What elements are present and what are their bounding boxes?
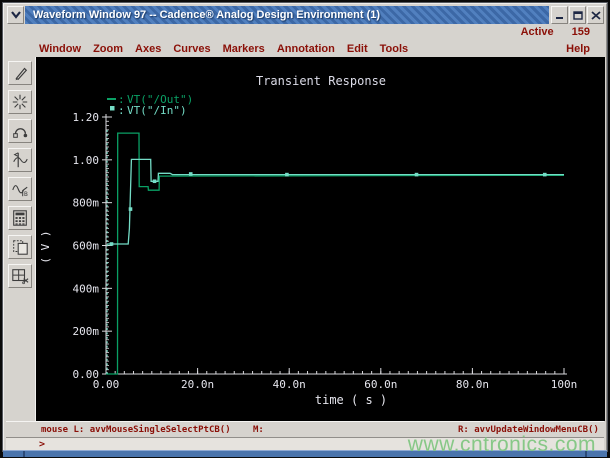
x-tick-label: 100n	[551, 378, 578, 391]
maximize-button[interactable]	[569, 6, 586, 24]
y-axis-label: ( V )	[39, 230, 52, 263]
in-curve-marker	[128, 207, 133, 211]
minimize-icon	[555, 16, 563, 19]
svg-text:B: B	[24, 191, 28, 198]
menu-annotation[interactable]: Annotation	[277, 43, 335, 55]
y-tick-label: 800m	[73, 197, 100, 210]
menu-bar: Window Zoom Axes Curves Markers Annotati…	[6, 40, 604, 57]
arc-probe-glyph	[13, 128, 28, 138]
watermark: www.cntronics.com	[407, 433, 596, 456]
vertical-marker-icon[interactable]	[8, 148, 32, 172]
plot-canvas[interactable]: Transient Response : VT("/Out") : VT("/I…	[37, 57, 605, 421]
close-button[interactable]	[587, 6, 604, 24]
menu-edit[interactable]: Edit	[347, 43, 368, 55]
legend-entry-in: VT("/In")	[127, 104, 187, 117]
x-axis-label: time ( s )	[315, 393, 387, 407]
screenshot-root: Waveform Window 97 -- Cadence® Analog De…	[0, 0, 610, 458]
in-curve-marker	[414, 172, 419, 177]
in-curve-marker	[188, 172, 193, 176]
y-tick-label: 1.20	[73, 111, 100, 124]
plot-area: Transient Response : VT("/Out") : VT("/I…	[37, 57, 605, 421]
y-tick-label: 0.00	[73, 368, 100, 381]
curves	[106, 129, 565, 375]
x-tick-label: 60.0n	[364, 378, 397, 391]
split-window-glyph	[12, 269, 29, 285]
pen-glyph	[15, 67, 28, 81]
window-title: Waveform Window 97 -- Cadence® Analog De…	[25, 6, 549, 24]
legend-square-marker	[110, 106, 115, 111]
waveform-b-glyph: B	[12, 185, 28, 198]
in-curve	[107, 158, 564, 245]
pen-icon[interactable]	[8, 61, 32, 85]
mouse-left-binding: mouse L: avvMouseSingleSelectPtCB()	[41, 425, 231, 435]
menu-help[interactable]: Help	[566, 43, 590, 55]
starburst-icon[interactable]	[8, 90, 32, 114]
menu-markers[interactable]: Markers	[223, 43, 265, 55]
y-tick-label: 600m	[73, 240, 100, 253]
x-tick-label: 80.0n	[456, 378, 489, 391]
y-tick-label: 400m	[73, 282, 100, 295]
duplicate-window-glyph	[13, 240, 28, 255]
toolbar: B	[6, 57, 36, 421]
menu-zoom[interactable]: Zoom	[93, 43, 123, 55]
split-window-icon[interactable]	[8, 264, 32, 288]
waveform-b-icon[interactable]: B	[8, 177, 32, 201]
menu-axes[interactable]: Axes	[135, 43, 161, 55]
duplicate-window-icon[interactable]	[8, 235, 32, 259]
out-curve	[106, 132, 565, 375]
axes: 0.00 20.0n 40.0n 60.0n 80.0n 100n0.00200m400m…	[73, 111, 578, 391]
titlebar: Waveform Window 97 -- Cadence® Analog De…	[6, 6, 604, 24]
resize-notch-left	[23, 451, 25, 457]
starburst-glyph	[12, 94, 28, 110]
legend-colon: :	[118, 104, 125, 117]
y-tick-label: 1.00	[73, 154, 100, 167]
main-area: B Transient Response: VT("/Out"): VT("…	[6, 57, 605, 421]
calculator-icon[interactable]	[8, 206, 32, 230]
window-menu-button[interactable]	[7, 6, 24, 24]
plot-title: Transient Response	[256, 74, 386, 88]
x-tick-label: 40.0n	[273, 378, 306, 391]
menu-curves[interactable]: Curves	[173, 43, 210, 55]
minimize-button[interactable]	[551, 6, 568, 24]
prompt-caret: >	[39, 439, 46, 450]
menu-window[interactable]: Window	[39, 43, 81, 55]
y-tick-label: 200m	[73, 325, 100, 338]
chevron-down-icon	[10, 11, 21, 19]
waveform-window: Waveform Window 97 -- Cadence® Analog De…	[3, 3, 607, 451]
active-count: 159	[571, 26, 590, 38]
axis-lines	[105, 114, 567, 375]
x-tick-label: 20.0n	[181, 378, 214, 391]
in-curve-marker	[285, 172, 289, 177]
active-row: Active 159	[6, 24, 604, 40]
in-curve-marker	[542, 172, 547, 177]
menu-tools[interactable]: Tools	[380, 43, 409, 55]
legend: : VT("/Out") : VT("/In")	[107, 93, 193, 117]
in-curve-marker	[109, 242, 114, 246]
vertical-marker-glyph	[13, 152, 28, 168]
in-curve-marker	[152, 179, 157, 184]
close-icon	[590, 10, 601, 20]
arc-probe-icon[interactable]	[8, 119, 32, 143]
mouse-middle-binding: M:	[253, 425, 264, 435]
maximize-icon	[572, 10, 583, 20]
calculator-glyph	[13, 210, 27, 226]
active-label: Active	[520, 26, 554, 38]
